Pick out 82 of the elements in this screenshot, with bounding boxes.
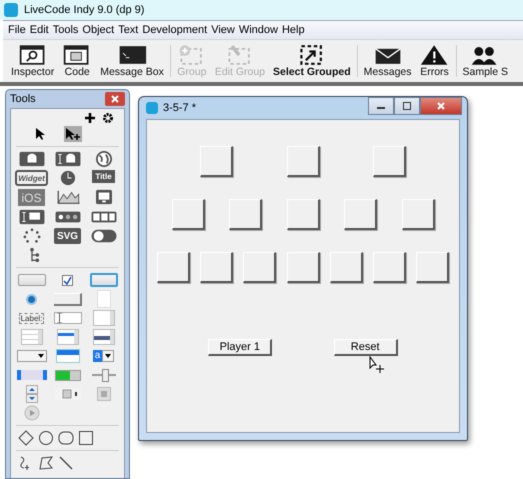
minimize-icon[interactable] bbox=[368, 97, 394, 115]
nav-bar-icon[interactable] bbox=[54, 209, 82, 225]
game-button[interactable] bbox=[200, 252, 234, 283]
stack-button[interactable]: Reset bbox=[334, 339, 398, 356]
polygon-tool[interactable] bbox=[38, 455, 54, 471]
game-button[interactable] bbox=[243, 252, 276, 283]
text-cursor-icon bbox=[56, 313, 62, 323]
game-button[interactable] bbox=[172, 199, 204, 230]
maximize-icon[interactable] bbox=[394, 97, 420, 115]
plus-icon[interactable] bbox=[85, 113, 95, 123]
caret-icon bbox=[105, 354, 112, 358]
menu-item[interactable]: Help bbox=[280, 24, 307, 36]
combo-box-tool[interactable]: a bbox=[92, 348, 114, 364]
game-button[interactable] bbox=[402, 199, 434, 230]
close-icon[interactable] bbox=[105, 92, 125, 106]
android-button-icon[interactable] bbox=[18, 151, 46, 167]
segmented-control-icon[interactable] bbox=[90, 209, 118, 225]
slider-tool[interactable] bbox=[92, 367, 116, 383]
game-button[interactable] bbox=[286, 252, 320, 283]
scrolling-field-tool[interactable] bbox=[92, 310, 114, 326]
checkbox-tool[interactable] bbox=[62, 272, 73, 288]
diamond-tool[interactable] bbox=[18, 430, 34, 446]
menu-item[interactable]: Text bbox=[116, 24, 140, 36]
switch-icon[interactable] bbox=[90, 228, 118, 244]
label-tool[interactable]: Label: bbox=[18, 310, 44, 326]
widget-tool[interactable]: Widget bbox=[15, 170, 48, 186]
toolbar-button[interactable]: Inspector bbox=[7, 44, 58, 78]
toolbar-button[interactable]: Select Grouped bbox=[269, 44, 355, 78]
app-logo-icon bbox=[4, 3, 18, 17]
game-button[interactable] bbox=[372, 252, 406, 283]
android-field-icon[interactable] bbox=[54, 151, 82, 167]
line-tool[interactable] bbox=[58, 455, 74, 471]
game-button[interactable] bbox=[200, 146, 234, 177]
list-field-tool[interactable] bbox=[56, 329, 78, 345]
toolbar-button[interactable]: Errors bbox=[416, 44, 454, 78]
app-logo-icon bbox=[146, 102, 158, 114]
game-button[interactable] bbox=[286, 199, 320, 230]
toolbar-button[interactable]: Sample S bbox=[458, 44, 512, 78]
table-field-tool[interactable] bbox=[20, 329, 42, 345]
game-button[interactable] bbox=[157, 252, 190, 283]
toolbar-button[interactable]: Messages bbox=[360, 44, 416, 78]
menu-item[interactable]: Edit bbox=[28, 24, 51, 36]
edit-tool[interactable] bbox=[64, 126, 82, 142]
rounded-tool[interactable] bbox=[58, 430, 74, 446]
game-button[interactable] bbox=[229, 199, 262, 230]
little-arrows-tool[interactable] bbox=[26, 386, 38, 402]
scrollbar-tool[interactable] bbox=[16, 367, 46, 383]
menu-item[interactable]: View bbox=[209, 24, 237, 36]
window-title: 3-5-7 * bbox=[163, 102, 196, 114]
close-icon[interactable] bbox=[420, 97, 462, 115]
menu-item[interactable]: File bbox=[6, 24, 28, 36]
caret-icon bbox=[38, 354, 44, 358]
game-button[interactable] bbox=[344, 199, 377, 230]
svg-icon-tool[interactable]: SVG bbox=[54, 228, 82, 244]
menu-item[interactable]: Object bbox=[80, 24, 116, 36]
toolbar-button[interactable]: Code bbox=[58, 44, 96, 78]
settings-icon[interactable] bbox=[103, 113, 113, 123]
circle-tool[interactable] bbox=[38, 430, 54, 446]
option-menu-tool[interactable] bbox=[16, 348, 46, 364]
game-button[interactable] bbox=[372, 146, 406, 177]
menu-item[interactable]: Tools bbox=[50, 24, 80, 36]
menu-tool[interactable] bbox=[56, 348, 80, 364]
game-button[interactable] bbox=[330, 252, 363, 283]
text-field-tool[interactable] bbox=[54, 310, 82, 326]
scrolling-list-tool[interactable] bbox=[92, 329, 114, 345]
field-monitor-icon[interactable] bbox=[18, 209, 46, 225]
game-button[interactable] bbox=[416, 252, 449, 283]
push-button-tool[interactable] bbox=[18, 272, 46, 288]
game-button[interactable] bbox=[286, 146, 320, 177]
terminal-icon bbox=[117, 44, 148, 66]
rectangle-tool[interactable] bbox=[78, 430, 94, 446]
rectangle-button-tool[interactable] bbox=[54, 291, 82, 307]
menu-item[interactable]: Window bbox=[236, 24, 280, 36]
default-button-tool[interactable] bbox=[90, 272, 118, 288]
menu-item[interactable]: Development bbox=[140, 24, 210, 36]
header-bar-tool[interactable]: Title bbox=[92, 170, 115, 183]
window-title: LiveCode Indy 9.0 (dp 9) bbox=[24, 4, 144, 16]
cursor-icon bbox=[369, 356, 385, 374]
palette-title: Tools bbox=[10, 93, 36, 105]
warning-icon bbox=[420, 44, 450, 66]
toolbar-button[interactable]: Message Box bbox=[96, 44, 168, 78]
stack-button[interactable]: Player 1 bbox=[208, 339, 272, 356]
